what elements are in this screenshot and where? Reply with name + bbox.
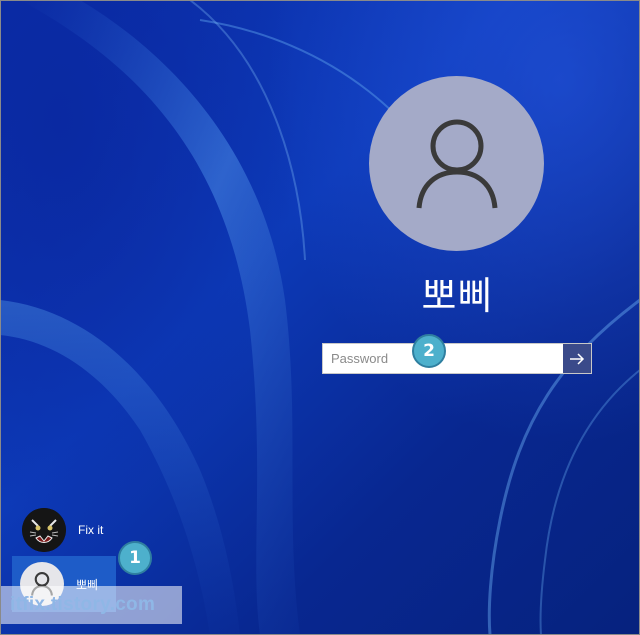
arrow-right-icon [570, 352, 585, 365]
tiger-icon [22, 508, 66, 552]
user-avatar-large [369, 76, 544, 251]
password-box [322, 343, 592, 374]
login-user-name: 뽀삐 [421, 274, 494, 318]
user-silhouette-icon [416, 119, 497, 208]
user-list-item-label: Fix it [78, 523, 104, 537]
submit-button[interactable] [563, 344, 591, 373]
watermark: itfix.tistory.com [0, 586, 182, 624]
step-badge-2: 2 [412, 334, 446, 368]
step-badge-1: 1 [118, 541, 152, 575]
